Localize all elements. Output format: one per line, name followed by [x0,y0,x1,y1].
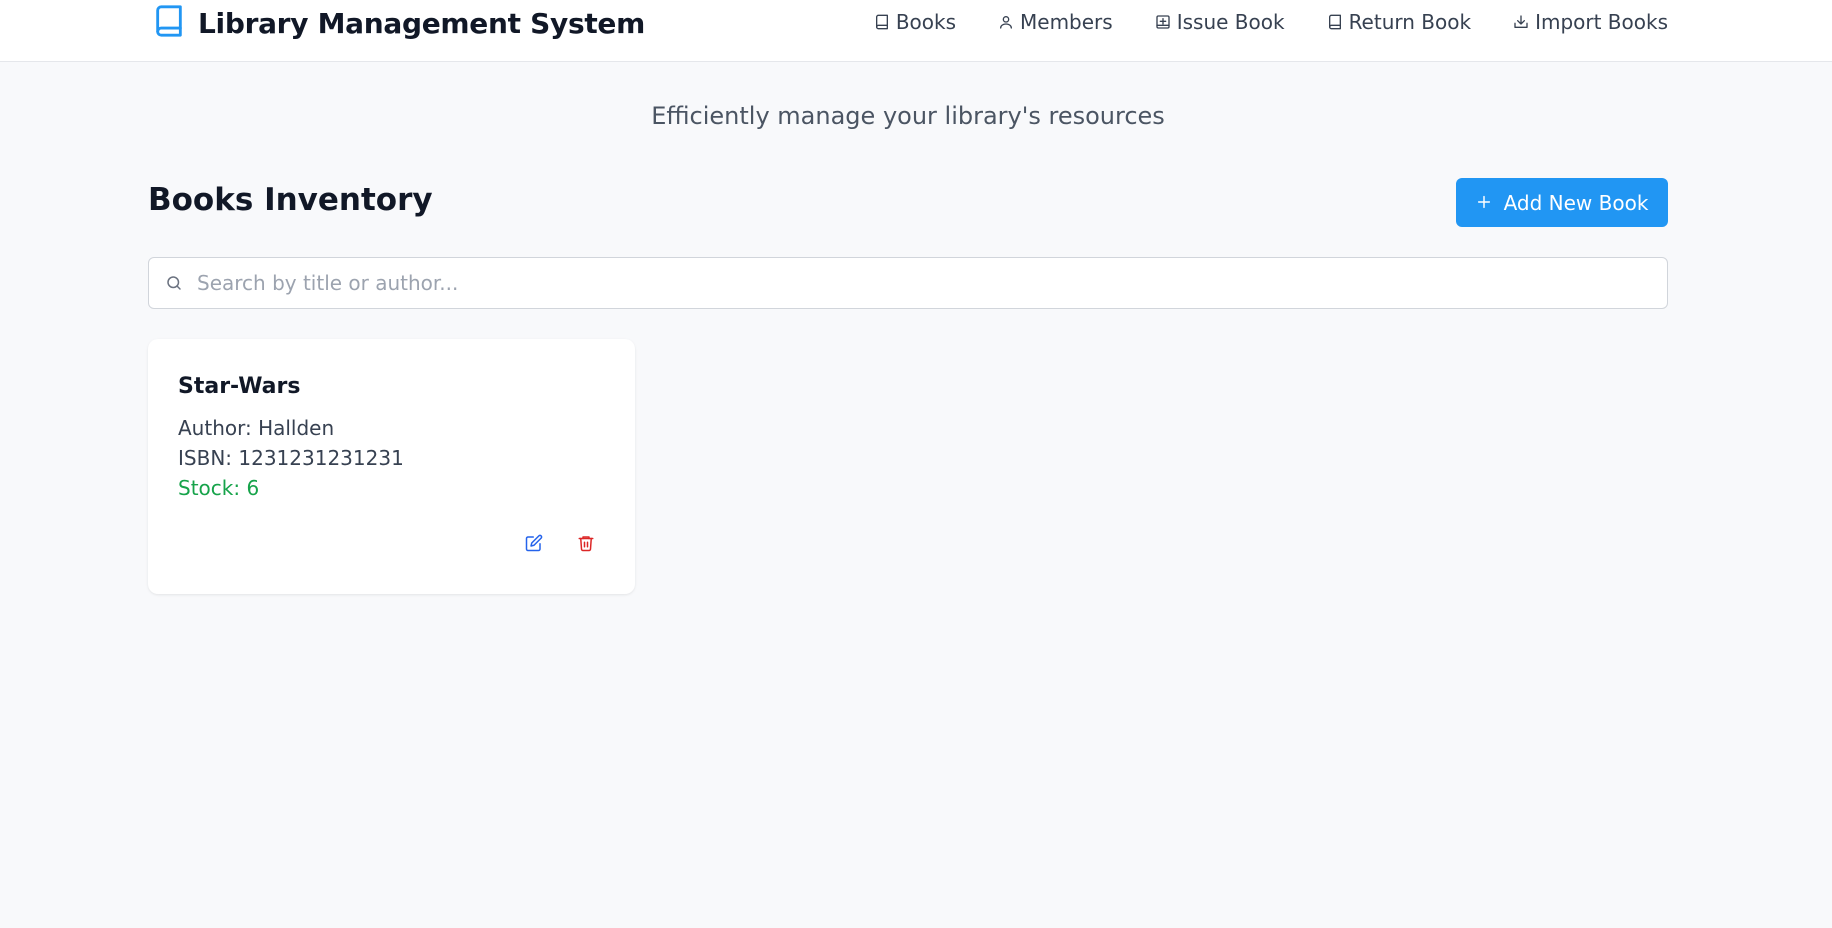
page-title: Books Inventory [148,182,433,218]
app-title: Library Management System [198,6,645,40]
nav-books-label: Books [895,10,957,34]
top-navbar: Library Management System Books Members [0,0,1832,62]
book-stock: Stock: 6 [178,476,260,500]
plus-icon [1476,191,1492,215]
add-new-book-button[interactable]: Add New Book [1456,178,1668,227]
nav-import-books[interactable]: Import Books [1513,10,1668,34]
book-title: Star-Wars [178,374,301,399]
book-isbn: ISBN: 1231231231231 [178,446,404,470]
book-card: Star-Wars Author: Hallden ISBN: 12312312… [148,339,635,594]
add-new-book-label: Add New Book [1503,190,1649,215]
nav-return-book-label: Return Book [1348,10,1472,34]
trash-icon[interactable] [576,533,596,553]
edit-icon[interactable] [524,533,544,553]
tagline: Efficiently manage your library's resour… [651,102,1165,130]
nav-members-label: Members [1020,10,1113,34]
search-box [148,257,1668,309]
book-icon [874,14,890,30]
nav-members[interactable]: Members [998,10,1113,34]
main-nav: Books Members Issue Book Return Book Imp… [874,8,1668,36]
import-icon [1513,14,1529,30]
brand[interactable]: Library Management System [152,3,645,43]
book-author: Author: Hallden [178,416,335,440]
book-icon [1327,14,1343,30]
nav-import-books-label: Import Books [1535,10,1668,34]
user-icon [998,14,1014,30]
nav-issue-book[interactable]: Issue Book [1155,10,1285,34]
nav-books[interactable]: Books [874,10,956,34]
book-actions [524,533,596,553]
book-icon [152,4,186,42]
nav-return-book[interactable]: Return Book [1327,10,1472,34]
book-plus-icon [1155,14,1171,30]
search-icon [165,274,183,296]
nav-issue-book-label: Issue Book [1176,10,1285,34]
search-input[interactable] [197,258,1657,308]
